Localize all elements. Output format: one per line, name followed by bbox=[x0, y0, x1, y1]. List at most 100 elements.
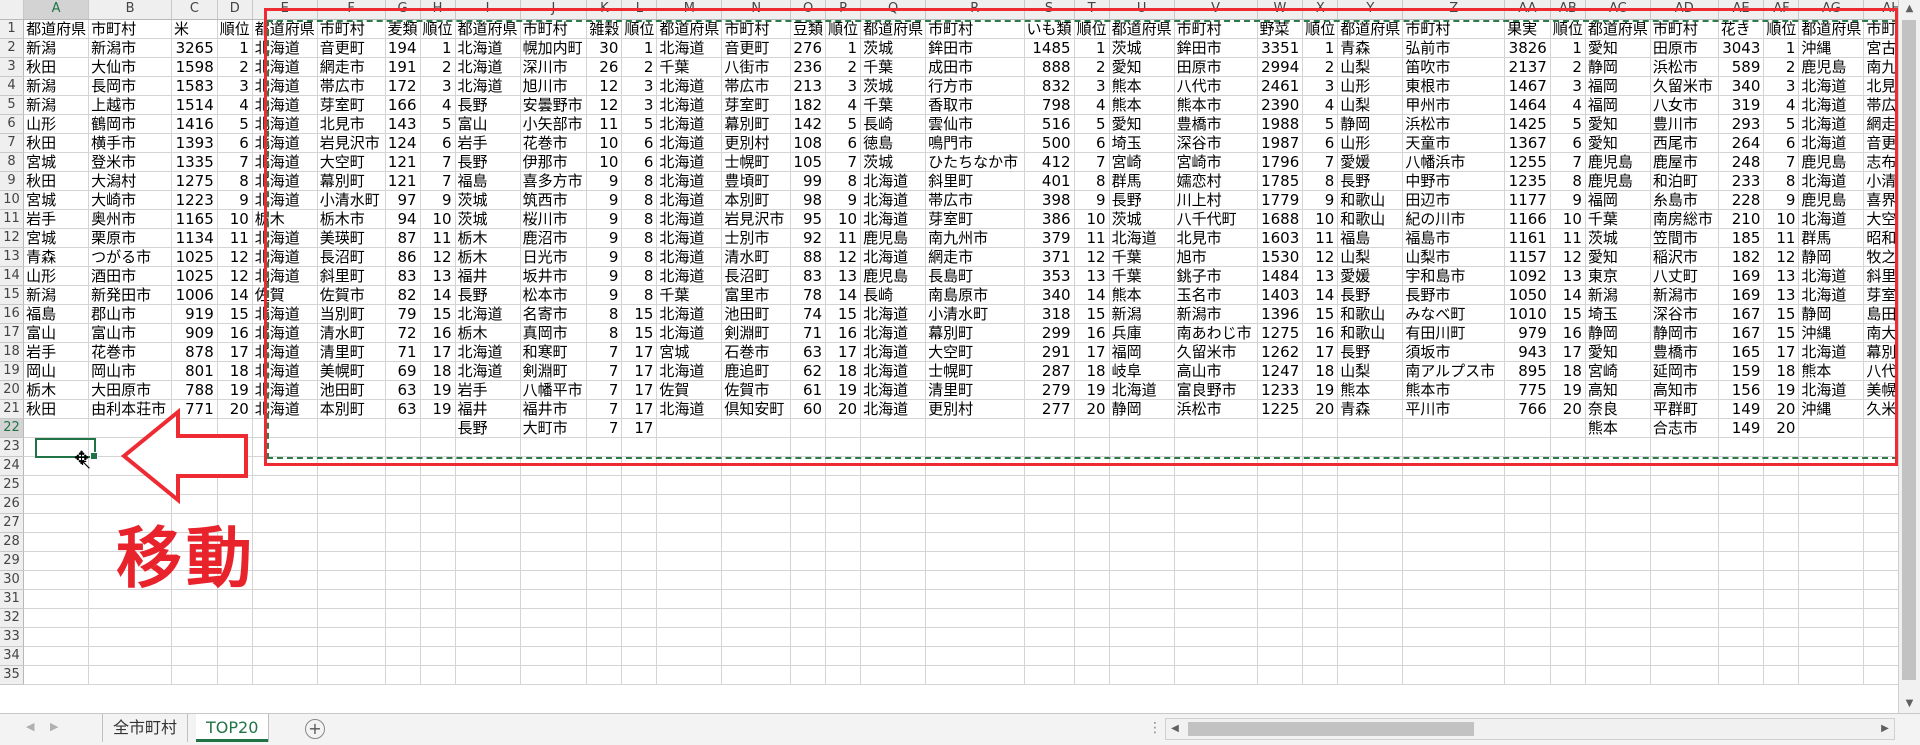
cell[interactable]: 東京 bbox=[1585, 266, 1651, 286]
cell[interactable]: 八女市 bbox=[1650, 95, 1719, 115]
cell[interactable]: 深川市 bbox=[520, 57, 588, 77]
cell[interactable]: 9 bbox=[825, 190, 862, 210]
cell[interactable] bbox=[656, 418, 723, 438]
cell[interactable] bbox=[1650, 494, 1719, 514]
cell[interactable] bbox=[656, 513, 723, 533]
cell[interactable] bbox=[825, 513, 862, 533]
cell[interactable]: 田原市 bbox=[1650, 38, 1719, 58]
cell[interactable] bbox=[1550, 456, 1586, 476]
cell[interactable] bbox=[621, 665, 658, 685]
cell[interactable] bbox=[1798, 418, 1865, 438]
cell[interactable]: 奈良 bbox=[1585, 399, 1651, 419]
cell[interactable]: 167 bbox=[1718, 304, 1765, 324]
cell[interactable] bbox=[790, 627, 827, 647]
cell[interactable]: 4 bbox=[1550, 95, 1586, 115]
cell[interactable]: 71 bbox=[790, 323, 827, 343]
cell[interactable] bbox=[1302, 665, 1339, 685]
cell[interactable]: 14 bbox=[1302, 285, 1339, 305]
row-header[interactable]: 7 bbox=[0, 133, 25, 153]
cell[interactable] bbox=[825, 589, 862, 609]
cell[interactable] bbox=[1074, 589, 1110, 609]
cell[interactable]: 栃木 bbox=[23, 380, 90, 400]
cell[interactable]: 幕別町 bbox=[721, 114, 792, 134]
cell[interactable]: 11 bbox=[420, 228, 456, 248]
cell[interactable]: 銚子市 bbox=[1174, 266, 1258, 286]
cell[interactable] bbox=[1257, 646, 1304, 666]
cell[interactable]: 8 bbox=[1074, 171, 1110, 191]
cell[interactable]: 340 bbox=[1024, 285, 1075, 305]
cell[interactable]: 8 bbox=[1550, 171, 1586, 191]
cell[interactable]: 安曇野市 bbox=[520, 95, 588, 115]
sheet-tab-top20[interactable]: TOP20 bbox=[196, 714, 269, 742]
cell[interactable]: 北海道 bbox=[252, 171, 318, 191]
cell[interactable]: 長崎 bbox=[860, 114, 927, 134]
cell[interactable]: 143 bbox=[385, 114, 421, 134]
cell[interactable] bbox=[1402, 494, 1506, 514]
cell[interactable]: 11 bbox=[1550, 228, 1586, 248]
row-header[interactable]: 5 bbox=[0, 95, 25, 115]
cell[interactable] bbox=[1174, 437, 1258, 457]
cell[interactable] bbox=[1763, 437, 1800, 457]
cell[interactable]: 3265 bbox=[171, 38, 218, 58]
cell[interactable]: 豊橋市 bbox=[1174, 114, 1258, 134]
cell[interactable] bbox=[317, 532, 386, 552]
cell[interactable]: 深谷市 bbox=[1174, 133, 1258, 153]
cell[interactable] bbox=[1337, 418, 1404, 438]
cell[interactable] bbox=[1718, 665, 1765, 685]
cell[interactable]: 久留米市 bbox=[1174, 342, 1258, 362]
cell[interactable]: 喜多方市 bbox=[520, 171, 588, 191]
cell[interactable]: 11 bbox=[1763, 228, 1800, 248]
cell[interactable] bbox=[825, 475, 862, 495]
cell[interactable]: 都道府県 bbox=[1109, 19, 1175, 39]
cell[interactable]: 北海道 bbox=[656, 323, 723, 343]
cell[interactable] bbox=[455, 665, 521, 685]
cell[interactable]: 豊川市 bbox=[1650, 114, 1719, 134]
cell[interactable]: 北海道 bbox=[860, 342, 927, 362]
cell[interactable]: 16 bbox=[825, 323, 862, 343]
cell[interactable]: 18 bbox=[1763, 361, 1800, 381]
cell[interactable] bbox=[317, 570, 386, 590]
cell[interactable]: 音更町 bbox=[721, 38, 792, 58]
cell[interactable]: 北海道 bbox=[1798, 171, 1865, 191]
cell[interactable]: 岡山 bbox=[23, 361, 90, 381]
cell[interactable]: 幌加内町 bbox=[520, 38, 588, 58]
cell[interactable] bbox=[586, 570, 623, 590]
cell[interactable]: 63 bbox=[385, 380, 421, 400]
cell[interactable]: 福井 bbox=[455, 399, 521, 419]
cell[interactable] bbox=[1337, 551, 1404, 571]
row-header[interactable]: 3 bbox=[0, 57, 25, 77]
cell[interactable]: 新潟 bbox=[23, 38, 90, 58]
cell[interactable]: 都道府県 bbox=[252, 19, 318, 39]
cell[interactable]: 1464 bbox=[1504, 95, 1551, 115]
cell[interactable]: 長野 bbox=[1337, 342, 1404, 362]
cell[interactable]: 92 bbox=[790, 228, 827, 248]
cell[interactable]: 6 bbox=[420, 133, 456, 153]
cell[interactable] bbox=[217, 418, 253, 438]
cell[interactable] bbox=[656, 456, 723, 476]
cell[interactable] bbox=[520, 475, 588, 495]
cell[interactable]: 茨城 bbox=[1585, 228, 1651, 248]
cell[interactable] bbox=[1257, 456, 1304, 476]
sheet-tab-all-municipalities[interactable]: 全市町村 bbox=[102, 714, 189, 742]
cell[interactable]: 19 bbox=[1763, 380, 1800, 400]
cell[interactable]: 熊本 bbox=[1109, 95, 1175, 115]
cell[interactable]: 旭市 bbox=[1174, 247, 1258, 267]
cell[interactable]: 当別町 bbox=[317, 304, 386, 324]
cell[interactable] bbox=[656, 551, 723, 571]
cell[interactable]: 北海道 bbox=[455, 361, 521, 381]
cell[interactable]: 16 bbox=[217, 323, 253, 343]
column-header-m[interactable]: M bbox=[656, 0, 723, 20]
cell[interactable]: 網走市 bbox=[317, 57, 386, 77]
cell[interactable]: 12 bbox=[1550, 247, 1586, 267]
cell[interactable]: 豊橋市 bbox=[1650, 342, 1719, 362]
cell[interactable] bbox=[925, 494, 1025, 514]
cell[interactable]: 11 bbox=[586, 114, 623, 134]
cell[interactable]: 15 bbox=[1074, 304, 1110, 324]
cell[interactable] bbox=[1024, 532, 1075, 552]
cell[interactable]: 鹿追町 bbox=[721, 361, 792, 381]
cell[interactable]: 愛知 bbox=[1109, 114, 1175, 134]
scroll-right-icon[interactable]: ▶ bbox=[1876, 719, 1894, 739]
cell[interactable] bbox=[1024, 513, 1075, 533]
cell[interactable] bbox=[1402, 646, 1506, 666]
cell[interactable]: 久留米市 bbox=[1650, 76, 1719, 96]
